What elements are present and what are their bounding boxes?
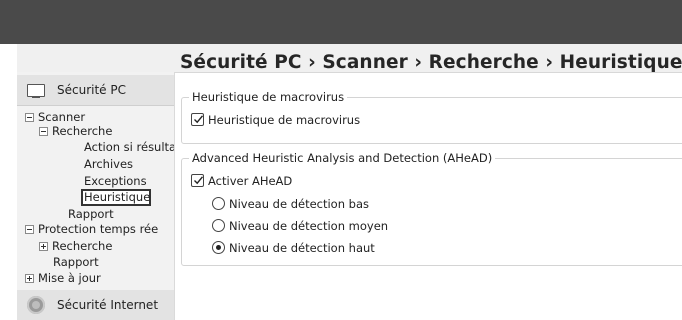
macro-heuristic-checkbox[interactable]: Heuristique de macrovirus (191, 112, 360, 128)
detection-level-high-radio[interactable]: Niveau de détection haut (212, 240, 375, 256)
tree-item-mise-a-jour[interactable]: Mise à jour (25, 271, 101, 285)
tree-item-recherche-realtime[interactable]: Recherche (39, 239, 112, 253)
globe-icon (27, 296, 45, 314)
checkbox-checked-icon[interactable] (191, 174, 204, 187)
tree-item-protection[interactable]: Protection temps rée (25, 222, 158, 236)
activate-ahead-checkbox[interactable]: Activer AHeAD (191, 173, 292, 189)
tree-item-recherche[interactable]: Recherche (39, 124, 112, 138)
sidebar: Sécurité PC Scanner Recherche Action si … (17, 72, 175, 320)
window-top-bar (0, 0, 682, 44)
collapse-icon[interactable] (39, 127, 48, 136)
tree-item-exceptions[interactable]: Exceptions (84, 174, 147, 188)
computer-icon (27, 84, 45, 98)
tree-item-heuristique[interactable]: Heuristique (84, 190, 150, 204)
expand-icon[interactable] (39, 242, 48, 251)
checkbox-checked-icon[interactable] (191, 113, 204, 126)
radio-unselected-icon[interactable] (212, 219, 225, 232)
tree-item-scanner[interactable]: Scanner (25, 110, 85, 124)
expand-icon[interactable] (25, 274, 34, 283)
detection-level-medium-radio[interactable]: Niveau de détection moyen (212, 218, 388, 234)
sidebar-section-pc-security[interactable]: Sécurité PC (17, 75, 174, 106)
collapse-icon[interactable] (25, 225, 34, 234)
detection-level-low-radio[interactable]: Niveau de détection bas (212, 196, 369, 212)
radio-unselected-icon[interactable] (212, 197, 225, 210)
radio-selected-icon[interactable] (212, 241, 225, 254)
tree-item-rapport[interactable]: Rapport (68, 207, 114, 221)
tree-item-rapport-realtime[interactable]: Rapport (53, 255, 99, 269)
tree-item-archives[interactable]: Archives (84, 157, 133, 171)
page-title: Sécurité PC › Scanner › Recherche › Heur… (180, 52, 682, 73)
macro-heuristic-group-title: Heuristique de macrovirus (189, 90, 348, 104)
sidebar-section-label: Sécurité PC (57, 83, 126, 97)
tree-item-action[interactable]: Action si résulta (84, 140, 174, 154)
collapse-icon[interactable] (25, 113, 34, 122)
sidebar-section-label: Sécurité Internet (57, 298, 159, 312)
ahead-group-title: Advanced Heuristic Analysis and Detectio… (189, 151, 496, 165)
sidebar-section-internet-security[interactable]: Sécurité Internet (17, 290, 174, 320)
